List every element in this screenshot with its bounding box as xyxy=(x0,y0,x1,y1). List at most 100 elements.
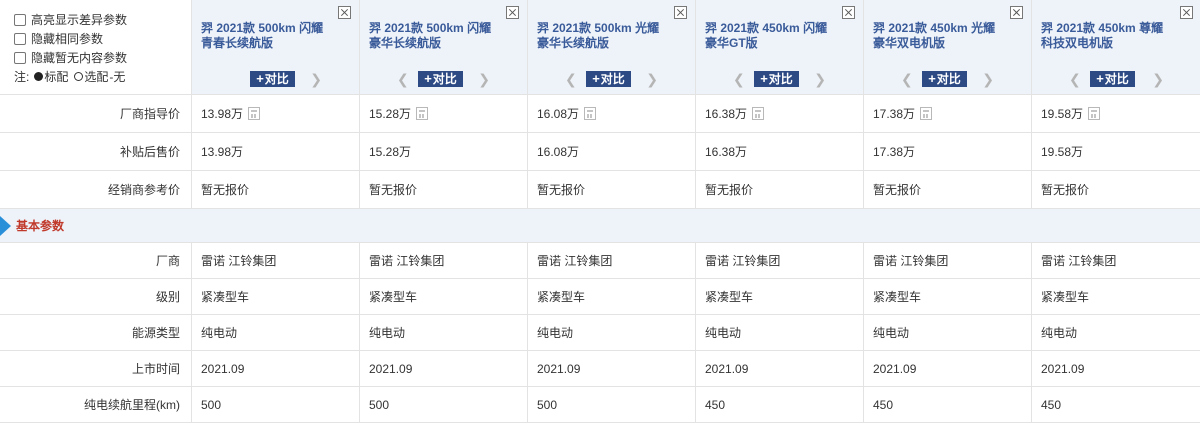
compare-button[interactable]: +对比 xyxy=(1090,71,1135,87)
calculator-icon[interactable] xyxy=(416,107,429,120)
cell-value: 17.38万 xyxy=(873,144,916,159)
close-icon[interactable] xyxy=(1010,6,1023,19)
cell-value: 2021.09 xyxy=(537,361,581,376)
hide-same-checkbox[interactable] xyxy=(14,32,26,45)
option-highlight-diff[interactable]: 高亮显示差异参数 xyxy=(14,10,191,29)
table-cell: 雷诺 江铃集团 xyxy=(864,243,1032,278)
cell-value: 紧凑型车 xyxy=(537,289,586,304)
car-name[interactable]: 羿 2021款 450km 尊耀科技双电机版 xyxy=(1041,21,1171,51)
legend-none: -无 xyxy=(109,70,126,84)
chevron-left-icon[interactable]: ❮ xyxy=(565,72,577,86)
table-cell: 17.38万 xyxy=(864,133,1032,170)
car-name[interactable]: 羿 2021款 450km 闪耀豪华GT版 xyxy=(705,21,835,51)
compare-label: 对比 xyxy=(1104,72,1129,86)
highlight-diff-label[interactable]: 高亮显示差异参数 xyxy=(31,11,127,28)
chevron-left-icon[interactable]: ❮ xyxy=(901,72,913,86)
car-name[interactable]: 羿 2021款 500km 闪耀豪华长续航版 xyxy=(369,21,499,51)
car-header-5: 羿 2021款 450km 光耀豪华双电机版 ❮ +对比 ❯ xyxy=(864,0,1032,94)
table-cell: 16.38万 xyxy=(696,95,864,132)
table-cell: 紧凑型车 xyxy=(360,279,528,314)
option-hide-empty[interactable]: 隐藏暂无内容参数 xyxy=(14,48,191,67)
highlight-diff-checkbox[interactable] xyxy=(14,13,26,26)
chevron-left-icon[interactable]: ❮ xyxy=(397,72,409,86)
table-cell: 13.98万 xyxy=(192,95,360,132)
compare-button[interactable]: +对比 xyxy=(922,71,967,87)
compare-button[interactable]: +对比 xyxy=(754,71,799,87)
cell-value: 雷诺 江铃集团 xyxy=(369,253,445,268)
table-cell: 500 xyxy=(360,387,528,422)
close-icon[interactable] xyxy=(1180,6,1193,19)
car-name[interactable]: 羿 2021款 500km 闪耀青春长续航版 xyxy=(201,21,331,51)
hide-same-label[interactable]: 隐藏相同参数 xyxy=(31,30,103,47)
cell-value: 雷诺 江铃集团 xyxy=(537,253,613,268)
car-name[interactable]: 羿 2021款 450km 光耀豪华双电机版 xyxy=(873,21,1003,51)
compare-label: 对比 xyxy=(936,72,961,86)
calculator-icon[interactable] xyxy=(584,107,597,120)
calculator-icon[interactable] xyxy=(920,107,933,120)
cell-value: 16.08万 xyxy=(537,144,580,159)
table-cell: 16.08万 xyxy=(528,95,696,132)
chevron-right-icon[interactable]: ❯ xyxy=(310,72,322,86)
chevron-right-icon[interactable]: ❯ xyxy=(646,72,658,86)
cell-value: 450 xyxy=(705,397,726,412)
row-label: 经销商参考价 xyxy=(0,171,192,208)
cell-value: 16.08万 xyxy=(537,106,580,121)
table-cell: 450 xyxy=(696,387,864,422)
table-cell: 2021.09 xyxy=(528,351,696,386)
cell-value: 13.98万 xyxy=(201,106,244,121)
close-icon[interactable] xyxy=(674,6,687,19)
calculator-icon[interactable] xyxy=(752,107,765,120)
cell-value: 16.38万 xyxy=(705,144,748,159)
table-cell: 2021.09 xyxy=(1032,351,1200,386)
hide-empty-checkbox[interactable] xyxy=(14,51,26,64)
row-label: 厂商 xyxy=(0,243,192,278)
chevron-right-icon[interactable]: ❯ xyxy=(982,72,994,86)
cell-value: 500 xyxy=(537,397,558,412)
cell-value: 雷诺 江铃集团 xyxy=(1041,253,1117,268)
row-label: 上市时间 xyxy=(0,351,192,386)
compare-label: 对比 xyxy=(432,72,457,86)
calculator-icon[interactable] xyxy=(1088,107,1101,120)
calculator-icon[interactable] xyxy=(248,107,261,120)
table-cell: 13.98万 xyxy=(192,133,360,170)
cell-value: 500 xyxy=(201,397,222,412)
close-icon[interactable] xyxy=(842,6,855,19)
table-cell: 纯电动 xyxy=(192,315,360,350)
compare-button[interactable]: +对比 xyxy=(586,71,631,87)
plus-icon: + xyxy=(1096,71,1104,86)
table-cell: 450 xyxy=(864,387,1032,422)
cell-value: 纯电动 xyxy=(201,325,238,340)
chevron-left-icon[interactable]: ❮ xyxy=(733,72,745,86)
cell-value: 13.98万 xyxy=(201,144,244,159)
table-cell: 2021.09 xyxy=(360,351,528,386)
compare-button[interactable]: +对比 xyxy=(418,71,463,87)
cell-value: 暂无报价 xyxy=(537,182,586,197)
cell-value: 500 xyxy=(369,397,390,412)
table-row: 厂商指导价 13.98万 15.28万 16.08万 16.38万 17.38万 19.58… xyxy=(0,95,1200,133)
cell-value: 暂无报价 xyxy=(1041,182,1090,197)
chevron-right-icon[interactable]: ❯ xyxy=(478,72,490,86)
compare-button[interactable]: +对比 xyxy=(250,71,295,87)
car-name[interactable]: 羿 2021款 500km 光耀豪华长续航版 xyxy=(537,21,667,51)
chevron-right-icon[interactable]: ❯ xyxy=(814,72,826,86)
table-row: 补贴后售价 13.98万 15.28万 16.08万 16.38万 17.38万 19.58… xyxy=(0,133,1200,171)
cell-value: 450 xyxy=(873,397,894,412)
option-hide-same[interactable]: 隐藏相同参数 xyxy=(14,29,191,48)
chevron-left-icon[interactable]: ❮ xyxy=(1069,72,1081,86)
table-cell: 500 xyxy=(192,387,360,422)
cell-value: 2021.09 xyxy=(201,361,245,376)
table-cell: 16.08万 xyxy=(528,133,696,170)
legend-prefix: 注: xyxy=(14,70,30,84)
chevron-right-icon[interactable]: ❯ xyxy=(1152,72,1164,86)
table-cell: 暂无报价 xyxy=(528,171,696,208)
table-cell: 纯电动 xyxy=(528,315,696,350)
header-row: 高亮显示差异参数 隐藏相同参数 隐藏暂无内容参数 注: 标配 选配 -无 羿 2… xyxy=(0,0,1200,95)
table-cell: 暂无报价 xyxy=(1032,171,1200,208)
table-cell: 16.38万 xyxy=(696,133,864,170)
close-icon[interactable] xyxy=(338,6,351,19)
table-cell: 纯电动 xyxy=(1032,315,1200,350)
hide-empty-label[interactable]: 隐藏暂无内容参数 xyxy=(31,49,127,66)
close-icon[interactable] xyxy=(506,6,519,19)
cell-value: 暂无报价 xyxy=(705,182,754,197)
compare-label: 对比 xyxy=(768,72,793,86)
